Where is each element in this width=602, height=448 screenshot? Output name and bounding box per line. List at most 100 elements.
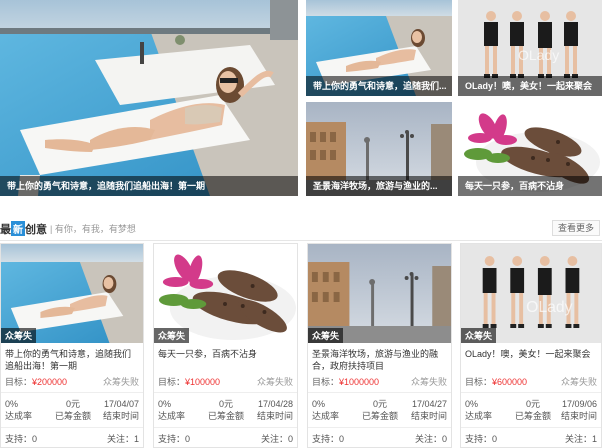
- support-row: 支持：0 关注：1: [465, 432, 597, 444]
- raised-label: 已筹金额: [208, 411, 245, 421]
- project-card[interactable]: 众筹失 圣景海洋牧场，旅游与渔业的融合，政府扶持项目 目标：¥1000000 众…: [307, 243, 452, 448]
- support-row: 支持：0 关注：0: [312, 432, 447, 444]
- end-label: 结束时间: [102, 411, 139, 421]
- project-image[interactable]: 众筹失: [154, 244, 297, 343]
- raised-label: 已筹金额: [515, 411, 552, 421]
- rate-col: 0% 达成率: [158, 398, 185, 422]
- watermark-text: OLady: [518, 47, 559, 63]
- project-title[interactable]: 带上你的勇气和诗意，追随我们追船出海！第一期: [5, 348, 139, 374]
- stats-row: 0% 达成率 0元已筹金额 17/04/28 结束时间: [158, 398, 293, 424]
- raised-value: 0元: [525, 399, 540, 409]
- divider: [1, 392, 143, 393]
- rate-value: 0%: [5, 399, 19, 409]
- follows-label: 关注：: [414, 434, 442, 444]
- rate-col: 0% 达成率: [5, 398, 32, 422]
- rate-value: 0%: [465, 399, 479, 409]
- supporters-count: 0: [185, 434, 191, 444]
- follows-count: 0: [287, 434, 293, 444]
- raised-value: 0元: [218, 399, 233, 409]
- end-value: 17/04/28: [257, 399, 293, 409]
- hero-tile-caption: 每天一只参，百病不沾身: [458, 176, 602, 196]
- support-row: 支持：0 关注：0: [158, 432, 293, 444]
- rate-value: 0%: [158, 399, 172, 409]
- project-status: 众筹失败: [102, 377, 139, 387]
- supporters-label: 支持：: [158, 434, 186, 444]
- goal-label: 目标：: [312, 377, 340, 387]
- end-label: 结束时间: [256, 411, 293, 421]
- end-col: 17/04/28 结束时间: [257, 398, 293, 422]
- end-value: 17/09/06: [561, 399, 597, 409]
- divider: [154, 427, 297, 428]
- rate-col: 0% 达成率: [465, 398, 492, 422]
- raised-label: 已筹金额: [362, 411, 399, 421]
- rate-label: 达成率: [5, 411, 33, 421]
- goal-amount: ¥100000: [185, 377, 221, 387]
- goal-amount: ¥200000: [32, 377, 68, 387]
- raised-col: 0元已筹金额: [208, 398, 244, 422]
- view-more-button[interactable]: 查看更多: [551, 220, 600, 236]
- stats-row: 0% 达成率 0元 已筹金额 17/04/07 结束时间: [5, 398, 139, 424]
- project-image[interactable]: 众筹失: [308, 244, 451, 343]
- end-col: 17/04/27 结束时间: [411, 398, 447, 422]
- project-image[interactable]: 众筹失: [1, 244, 143, 343]
- hero-tile-pool[interactable]: 带上你的勇气和诗意，追随我们...: [306, 0, 452, 96]
- supporters-label: 支持：: [5, 434, 33, 444]
- divider: [308, 427, 451, 428]
- divider: [154, 392, 297, 393]
- page: 带上你的勇气和诗意，追随我们追船出海！第一期 带上你的勇气和诗意，追随我们...: [0, 0, 602, 448]
- hero-tile-caption: 圣景海洋牧场，旅游与渔业的...: [306, 176, 452, 196]
- hero-banner-caption: 带上你的勇气和诗意，追随我们追船出海！第一期: [0, 176, 298, 196]
- goal-amount: ¥1000000: [339, 377, 380, 387]
- supporters-count: 0: [32, 434, 38, 444]
- rate-value: 0%: [312, 399, 326, 409]
- hero-banner-pool[interactable]: 带上你的勇气和诗意，追随我们追船出海！第一期: [0, 0, 298, 196]
- rate-col: 0% 达成率: [312, 398, 339, 422]
- raised-col: 0元已筹金额: [515, 398, 551, 422]
- goal-row: 目标：¥200000 众筹失败: [5, 375, 139, 389]
- project-card[interactable]: 众筹失 每天一只参，百病不沾身 目标：¥100000 众筹失败 0% 达成率 0元…: [153, 243, 298, 448]
- watermark-text: OLady: [526, 299, 573, 316]
- end-col: 17/09/06 结束时间: [561, 398, 597, 422]
- raised-label: 已筹金额: [55, 411, 92, 421]
- goal-label: 目标：: [158, 377, 186, 387]
- hero-tile-caption: OLady！噢，美女！一起来聚会: [458, 76, 602, 96]
- project-title[interactable]: OLady！噢，美女！一起来聚会: [465, 348, 597, 374]
- stats-row: 0% 达成率 0元 已筹金额 17/04/27 结束时间: [312, 398, 447, 424]
- project-card[interactable]: 众筹失 带上你的勇气和诗意，追随我们追船出海！第一期 目标：¥200000 众筹…: [0, 243, 144, 448]
- hero-tile-sea-cucumber[interactable]: 每天一只参，百病不沾身: [458, 102, 602, 196]
- end-value: 17/04/27: [411, 399, 447, 409]
- goal-row: 目标：¥1000000 众筹失败: [312, 375, 447, 389]
- status-badge: 众筹失: [154, 328, 190, 343]
- support-row: 支持：0 关注：1: [5, 432, 139, 444]
- section-title: 最新创意: [0, 221, 47, 237]
- end-label: 结束时间: [410, 411, 447, 421]
- section-title-post: 创意: [25, 224, 47, 236]
- end-label: 结束时间: [560, 411, 597, 421]
- follows-count: 1: [133, 434, 139, 444]
- goal-label: 目标：: [5, 377, 33, 387]
- supporters-label: 支持：: [465, 434, 493, 444]
- project-card[interactable]: OLady 众筹失 OLady！噢，美女！一起来聚会 目标：¥600000 众筹…: [460, 243, 602, 448]
- divider: [461, 427, 601, 428]
- hero-tile-ocean-ranch[interactable]: 圣景海洋牧场，旅游与渔业的...: [306, 102, 452, 196]
- stats-row: 0% 达成率 0元已筹金额 17/09/06 结束时间: [465, 398, 597, 424]
- project-image[interactable]: OLady 众筹失: [461, 244, 601, 343]
- project-title[interactable]: 每天一只参，百病不沾身: [158, 348, 293, 374]
- end-col: 17/04/07 结束时间: [103, 398, 139, 422]
- pool-photo: [0, 0, 298, 196]
- goal-amount: ¥600000: [492, 377, 528, 387]
- section-subtitle: | 有你，有我，有梦想: [50, 224, 136, 234]
- status-badge: 众筹失: [461, 328, 497, 343]
- hero-tile-olady[interactable]: OLady OLady！噢，美女！一起来聚会: [458, 0, 602, 96]
- end-value: 17/04/07: [103, 399, 139, 409]
- divider: [308, 392, 451, 393]
- goal-row: 目标：¥600000 众筹失败: [465, 375, 597, 389]
- follows-label: 关注：: [260, 434, 288, 444]
- project-title[interactable]: 圣景海洋牧场，旅游与渔业的融合，政府扶持项目: [312, 348, 447, 374]
- status-badge: 众筹失: [308, 328, 344, 343]
- follows-label: 关注：: [564, 434, 592, 444]
- section-title-highlight: 新: [11, 221, 25, 236]
- raised-col: 0元 已筹金额: [362, 398, 398, 422]
- hero-tile-caption: 带上你的勇气和诗意，追随我们...: [306, 76, 452, 96]
- follows-count: 0: [441, 434, 447, 444]
